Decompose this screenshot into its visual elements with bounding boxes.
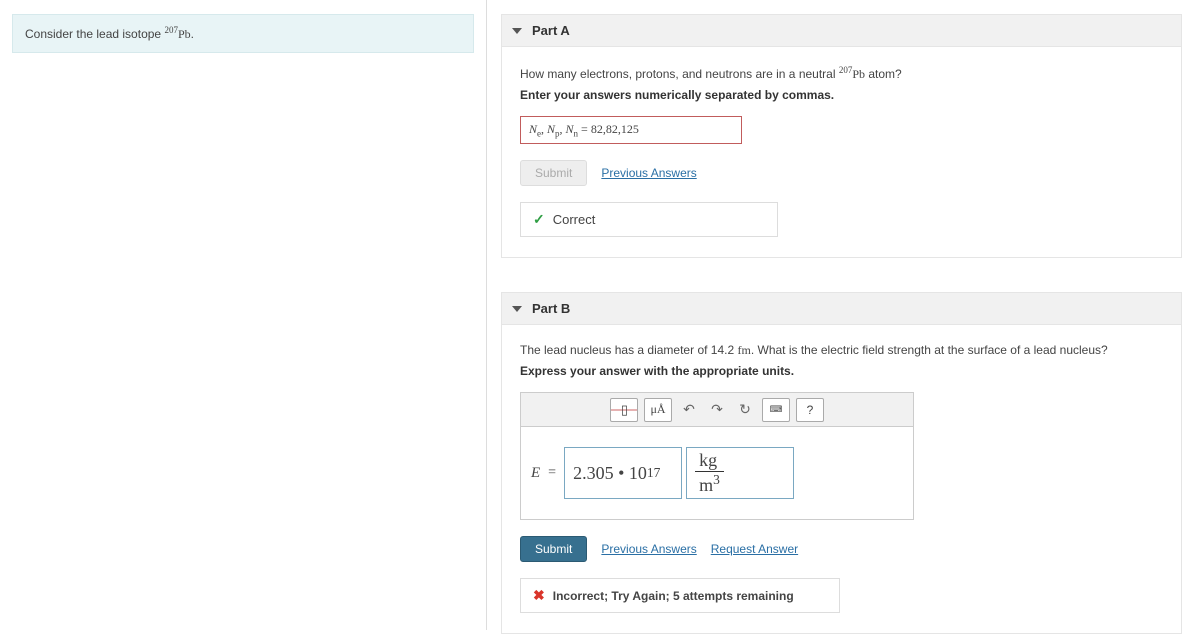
unit-denominator: m3 <box>695 472 724 496</box>
reset-icon[interactable]: ↻ <box>734 398 756 422</box>
q-pre: How many electrons, protons, and neutron… <box>520 67 839 81</box>
qb-post: . What is the electric field strength at… <box>751 343 1108 357</box>
prompt-suffix: . <box>191 27 194 41</box>
q-post: atom? <box>865 67 902 81</box>
unit-numerator: kg <box>695 450 724 472</box>
help-button[interactable]: ? <box>796 398 824 422</box>
unit-box[interactable]: kg m3 <box>686 447 794 499</box>
q-iso-sym: Pb <box>852 67 865 81</box>
submit-button-a: Submit <box>520 160 587 186</box>
part-a-body: How many electrons, protons, and neutron… <box>501 47 1182 258</box>
part-b-instruction: Express your answer with the appropriate… <box>520 364 1163 378</box>
mu-angstrom-button[interactable]: μÅ <box>644 398 672 422</box>
editor-toolbar: ▯ μÅ ↶ ↷ ↻ ⌨ ? <box>521 393 913 427</box>
cross-icon: ✖ <box>533 587 545 604</box>
answer-field-a[interactable]: Ne, Np, Nn = 82,82,125 <box>520 116 742 144</box>
undo-icon[interactable]: ↶ <box>678 398 700 422</box>
qb-unit: fm <box>737 343 750 357</box>
keyboard-icon[interactable]: ⌨ <box>762 398 790 422</box>
answer-editor: ▯ μÅ ↶ ↷ ↻ ⌨ ? E = 2.305 • 1017 kg <box>520 392 914 520</box>
previous-answers-link-a[interactable]: Previous Answers <box>601 166 696 180</box>
feedback-text-a: Correct <box>553 212 596 227</box>
chevron-down-icon <box>512 28 522 34</box>
part-b-body: The lead nucleus has a diameter of 14.2 … <box>501 325 1182 634</box>
part-a-instruction: Enter your answers numerically separated… <box>520 88 1163 102</box>
part-b-header[interactable]: Part B <box>501 292 1182 325</box>
answer-value-b[interactable]: 2.305 • 1017 <box>564 447 682 499</box>
equals-sign: = <box>548 447 560 499</box>
part-a-question: How many electrons, protons, and neutron… <box>520 65 1163 82</box>
chevron-down-icon <box>512 306 522 312</box>
prompt-prefix: Consider the lead isotope <box>25 27 164 41</box>
part-b-title: Part B <box>532 301 570 316</box>
request-answer-link[interactable]: Request Answer <box>711 542 798 556</box>
isotope-symbol: Pb <box>178 27 191 41</box>
check-icon: ✓ <box>533 211 545 228</box>
answer-symbol: E <box>531 447 544 499</box>
problem-prompt: Consider the lead isotope 207Pb. <box>12 14 474 53</box>
feedback-text-b: Incorrect; Try Again; 5 attempts remaini… <box>553 589 794 603</box>
part-b-question: The lead nucleus has a diameter of 14.2 … <box>520 343 1163 358</box>
redo-icon[interactable]: ↷ <box>706 398 728 422</box>
isotope-mass: 207 <box>164 25 178 35</box>
previous-answers-link-b[interactable]: Previous Answers <box>601 542 696 556</box>
part-a-title: Part A <box>532 23 570 38</box>
feedback-incorrect: ✖ Incorrect; Try Again; 5 attempts remai… <box>520 578 840 613</box>
feedback-correct: ✓ Correct <box>520 202 778 237</box>
qb-pre: The lead nucleus has a diameter of 14.2 <box>520 343 737 357</box>
part-a-header[interactable]: Part A <box>501 14 1182 47</box>
submit-button-b[interactable]: Submit <box>520 536 587 562</box>
fraction-tool-icon[interactable]: ▯ <box>610 398 638 422</box>
answer-value-a: 82,82,125 <box>591 122 639 136</box>
q-iso-sup: 207 <box>839 65 853 75</box>
